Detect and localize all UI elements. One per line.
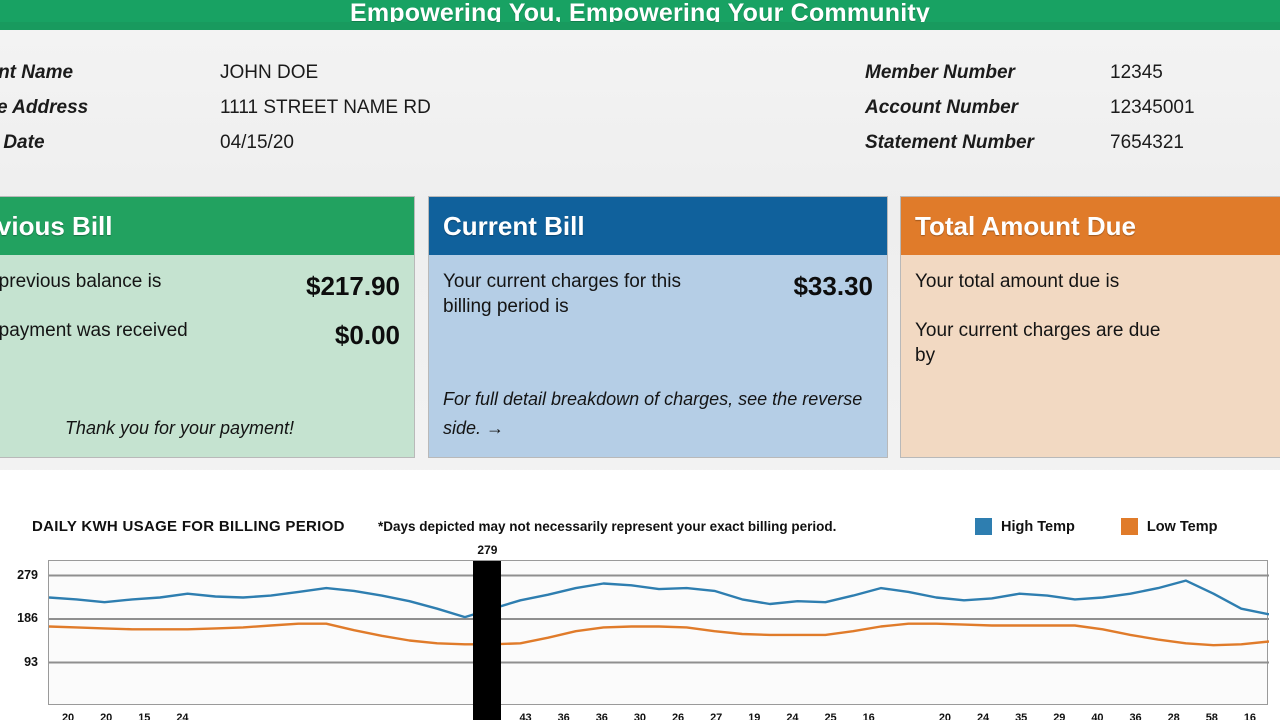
- usage-bar-value-label: 15: [138, 712, 151, 720]
- total-due-label: Your total amount due is: [915, 271, 1120, 292]
- member-number-label: Member Number: [865, 62, 1015, 83]
- account-row: Account Name JOHN DOE: [0, 62, 431, 97]
- payment-received-amount: $0.00: [334, 320, 400, 350]
- usage-bar-value-label: 28: [1167, 712, 1180, 720]
- usage-bar-value-label: 26: [671, 712, 685, 720]
- account-name-label: Account Name: [0, 62, 74, 83]
- plot-area: 20 20 15 24 279 43 36 36 30 26 27 19 24 25 16 20 24 35 29 4…: [48, 543, 1269, 720]
- usage-bar-value-label: 36: [557, 712, 570, 720]
- previous-balance-row: Your previous balance is $217.90: [0, 269, 400, 302]
- reverse-side-note: For full detail breakdown of charges, se…: [443, 389, 863, 438]
- low-temp-legend-label: Low Temp: [1146, 518, 1218, 535]
- account-name-value: JOHN DOE: [220, 62, 319, 83]
- previous-bill-title: Previous Bill: [0, 197, 414, 255]
- account-number-label: Account Number: [865, 97, 1019, 118]
- current-charges-label: Your current charges for this billing pe…: [443, 271, 681, 317]
- usage-bar-value-label: 35: [1015, 712, 1028, 720]
- usage-bar-value-label: 30: [633, 712, 647, 720]
- usage-lines-svg: [49, 574, 1269, 664]
- account-row: Account Number 12345001: [865, 97, 1195, 132]
- y-axis-tick: 279: [17, 567, 38, 582]
- due-date-label: Your current charges are due by: [915, 320, 1161, 366]
- usage-bar-value-label: 16: [1243, 712, 1257, 720]
- usage-bar-value-label: 20: [61, 712, 75, 720]
- usage-bar-value-label: 36: [595, 712, 608, 720]
- usage-chart-note: *Days depicted may not necessarily repre…: [378, 519, 837, 534]
- y-axis-tick: 186: [17, 611, 38, 625]
- usage-chart-header: DAILY KWH USAGE FOR BILLING PERIOD *Days…: [0, 518, 1280, 548]
- low-temp-swatch-icon: [1120, 518, 1138, 535]
- high-temp-legend-label: High Temp: [1001, 518, 1075, 535]
- previous-balance-label: Your previous balance is: [0, 271, 162, 292]
- usage-bar-value-label: 16: [862, 712, 875, 720]
- total-amount-due-title: Total Amount Due: [901, 197, 1280, 255]
- usage-bar-value-label: 36: [1129, 712, 1142, 720]
- banner-base-strip: [0, 22, 1280, 30]
- total-amount-due-body: Your total amount due is $2 Your current…: [901, 255, 1280, 457]
- thank-you-note: Thank you for your payment!: [64, 418, 295, 438]
- usage-chart-section: DAILY KWH USAGE FOR BILLING PERIOD *Days…: [0, 470, 1280, 720]
- current-bill-panel: Current Bill Your current charges for th…: [428, 196, 888, 458]
- legend-item-high-temp: High Temp: [975, 518, 1075, 535]
- bill-page: Empowering You, Empowering Your Communit…: [0, 0, 1280, 720]
- usage-bar-highlight: [473, 561, 502, 720]
- statement-number-value: 7654321: [1110, 132, 1184, 153]
- usage-bar-value-label: 24: [976, 712, 990, 720]
- high-temp-swatch-icon: [975, 518, 992, 535]
- usage-bar-value-label: 24: [786, 712, 799, 720]
- usage-bar-value-label: 20: [100, 712, 113, 720]
- total-due-row: Your total amount due is $2: [915, 269, 1280, 302]
- usage-bar-value-label: 279: [477, 543, 498, 557]
- billing-date-value: 04/15/20: [220, 132, 294, 153]
- account-info-section: Account Name JOHN DOE Service Address 11…: [0, 58, 1280, 178]
- service-address-value: 1111 STREET NAME RD: [220, 97, 431, 118]
- payment-received-label: Your payment was received: [0, 320, 188, 341]
- current-bill-title: Current Bill: [429, 197, 887, 255]
- usage-bar-value-label: 58: [1205, 712, 1218, 720]
- y-axis-tick: 93: [24, 654, 38, 669]
- billing-date-label: Billing Date: [0, 132, 45, 153]
- total-amount-due-panel: Total Amount Due Your total amount due i…: [900, 196, 1280, 458]
- usage-bar-value-label: 27: [710, 712, 723, 720]
- usage-bar-value-label: 25: [824, 712, 837, 720]
- current-bill-body: Your current charges for this billing pe…: [429, 255, 887, 457]
- service-address-label: Service Address: [0, 97, 89, 118]
- current-charges-row: Your current charges for this billing pe…: [443, 269, 873, 319]
- payment-received-row: Your payment was received $0.00: [0, 318, 400, 351]
- current-charges-amount: $33.30: [793, 271, 873, 301]
- usage-bar-value-label: 19: [748, 712, 761, 720]
- legend-item-low-temp: Low Temp: [1120, 518, 1218, 535]
- account-row: Service Address 1111 STREET NAME RD: [0, 97, 431, 132]
- usage-bar-value-label: 40: [1091, 712, 1104, 720]
- usage-bar-value-label: 24: [176, 712, 189, 720]
- member-number-value: 12345: [1110, 62, 1163, 83]
- statement-number-label: Statement Number: [865, 132, 1034, 153]
- account-info-right: Member Number 12345 Account Number 12345…: [865, 62, 1195, 167]
- summary-panels: Previous Bill Your previous balance is $…: [0, 196, 1280, 460]
- usage-bar-value-label: 20: [938, 712, 952, 720]
- usage-plot: 93 186 279 20 20 15 24 279 43 36 36 30 26 27 19 24 25 16…: [0, 543, 1280, 720]
- account-row: Billing Date 04/15/20: [0, 132, 431, 167]
- previous-balance-amount: $217.90: [306, 271, 400, 301]
- due-date-row: Your current charges are due by 05/: [915, 318, 1280, 368]
- account-row: Statement Number 7654321: [865, 132, 1195, 167]
- usage-bar-value-label: 29: [1053, 712, 1066, 720]
- usage-bar-value-label: 43: [519, 712, 532, 720]
- usage-chart-legend: High Temp Low Temp: [975, 518, 1217, 535]
- previous-bill-panel: Previous Bill Your previous balance is $…: [0, 196, 415, 458]
- previous-bill-body: Your previous balance is $217.90 Your pa…: [0, 255, 414, 457]
- account-row: Member Number 12345: [865, 62, 1195, 97]
- y-axis: 93 186 279: [0, 560, 48, 720]
- account-number-value: 12345001: [1110, 97, 1195, 118]
- usage-chart-title: DAILY KWH USAGE FOR BILLING PERIOD: [32, 518, 345, 535]
- account-info-left: Account Name JOHN DOE Service Address 11…: [0, 62, 431, 167]
